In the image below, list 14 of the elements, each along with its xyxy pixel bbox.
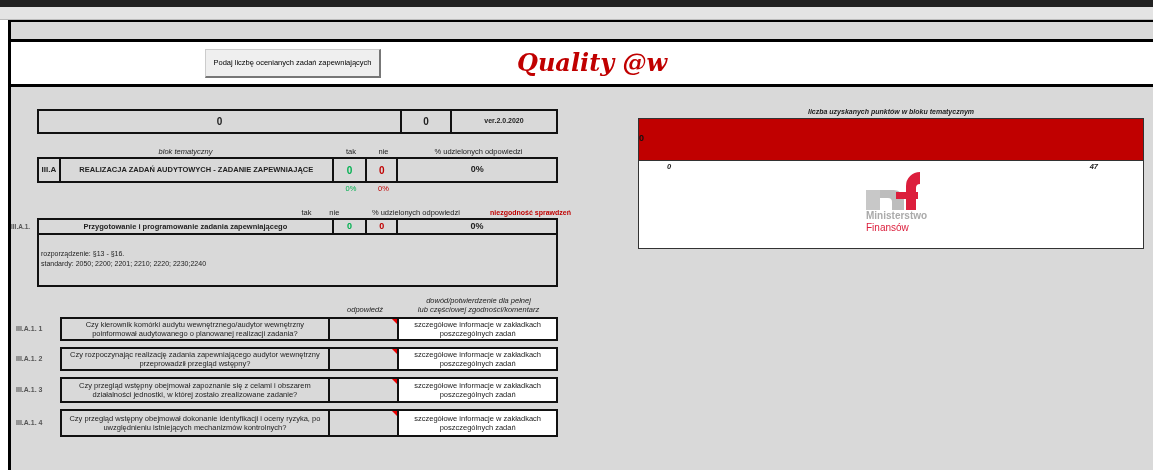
yes-count: 0 (347, 219, 353, 233)
logo-icon (866, 171, 922, 210)
answered-percent: 0% (470, 219, 484, 233)
brand-title: Quality @w (517, 47, 668, 79)
answered-percent: 0% (470, 163, 484, 177)
no-count: 0 (379, 163, 385, 178)
yes-count: 0 (346, 163, 353, 178)
logo-text: Finansów (866, 221, 910, 233)
score-value: 0 (639, 132, 644, 146)
block-code: III.A (41, 164, 57, 176)
logo-text: Ministerstwo (866, 209, 929, 222)
summary-count: 0 (423, 115, 429, 129)
no-count: 0 (379, 219, 385, 233)
summary-title: 0 (216, 115, 223, 129)
